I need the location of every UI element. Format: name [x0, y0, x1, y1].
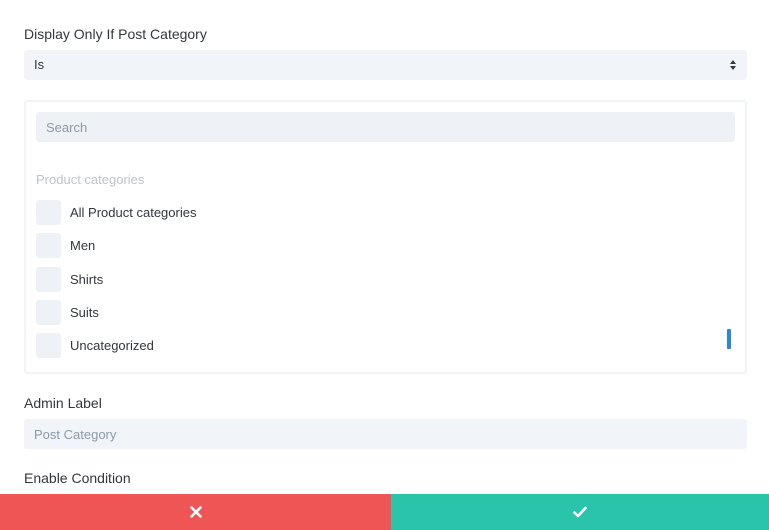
category-label: Men — [70, 238, 96, 254]
category-label: All Product categories — [70, 205, 197, 221]
scrollbar-thumb[interactable] — [727, 329, 731, 349]
category-label: Shirts — [70, 271, 104, 287]
category-item-uncategorized[interactable]: Uncategorized — [36, 329, 735, 362]
select-arrows-icon — [730, 60, 736, 70]
category-item-men[interactable]: Men — [36, 229, 735, 262]
cancel-button[interactable] — [0, 494, 391, 530]
category-list: All Product categories Men Shirts Suits … — [36, 196, 735, 362]
checkmark-icon — [573, 506, 587, 518]
category-search-input[interactable] — [36, 112, 735, 142]
condition-settings-panel: Display Only If Post Category Is Product… — [0, 0, 769, 530]
checkbox[interactable] — [36, 200, 61, 226]
admin-label-heading: Admin Label — [24, 395, 102, 411]
checkbox[interactable] — [36, 300, 61, 326]
condition-label: Display Only If Post Category — [24, 26, 207, 42]
admin-label-input[interactable] — [24, 419, 747, 449]
save-button[interactable] — [391, 494, 769, 530]
enable-condition-label: Enable Condition — [24, 470, 131, 486]
group-heading: Product categories — [36, 172, 145, 187]
category-item-shirts[interactable]: Shirts — [36, 263, 735, 296]
category-item-suits[interactable]: Suits — [36, 296, 735, 329]
condition-operator-select[interactable]: Is — [24, 50, 747, 80]
condition-operator-value: Is — [34, 57, 45, 72]
checkbox[interactable] — [36, 266, 61, 292]
checkbox[interactable] — [36, 233, 61, 259]
category-label: Suits — [70, 305, 99, 321]
category-options-panel: Product categories All Product categorie… — [24, 100, 747, 374]
close-icon — [189, 506, 202, 518]
category-item-all[interactable]: All Product categories — [36, 196, 735, 229]
category-label: Uncategorized — [70, 338, 154, 354]
checkbox[interactable] — [36, 333, 61, 359]
action-bar — [0, 494, 769, 530]
